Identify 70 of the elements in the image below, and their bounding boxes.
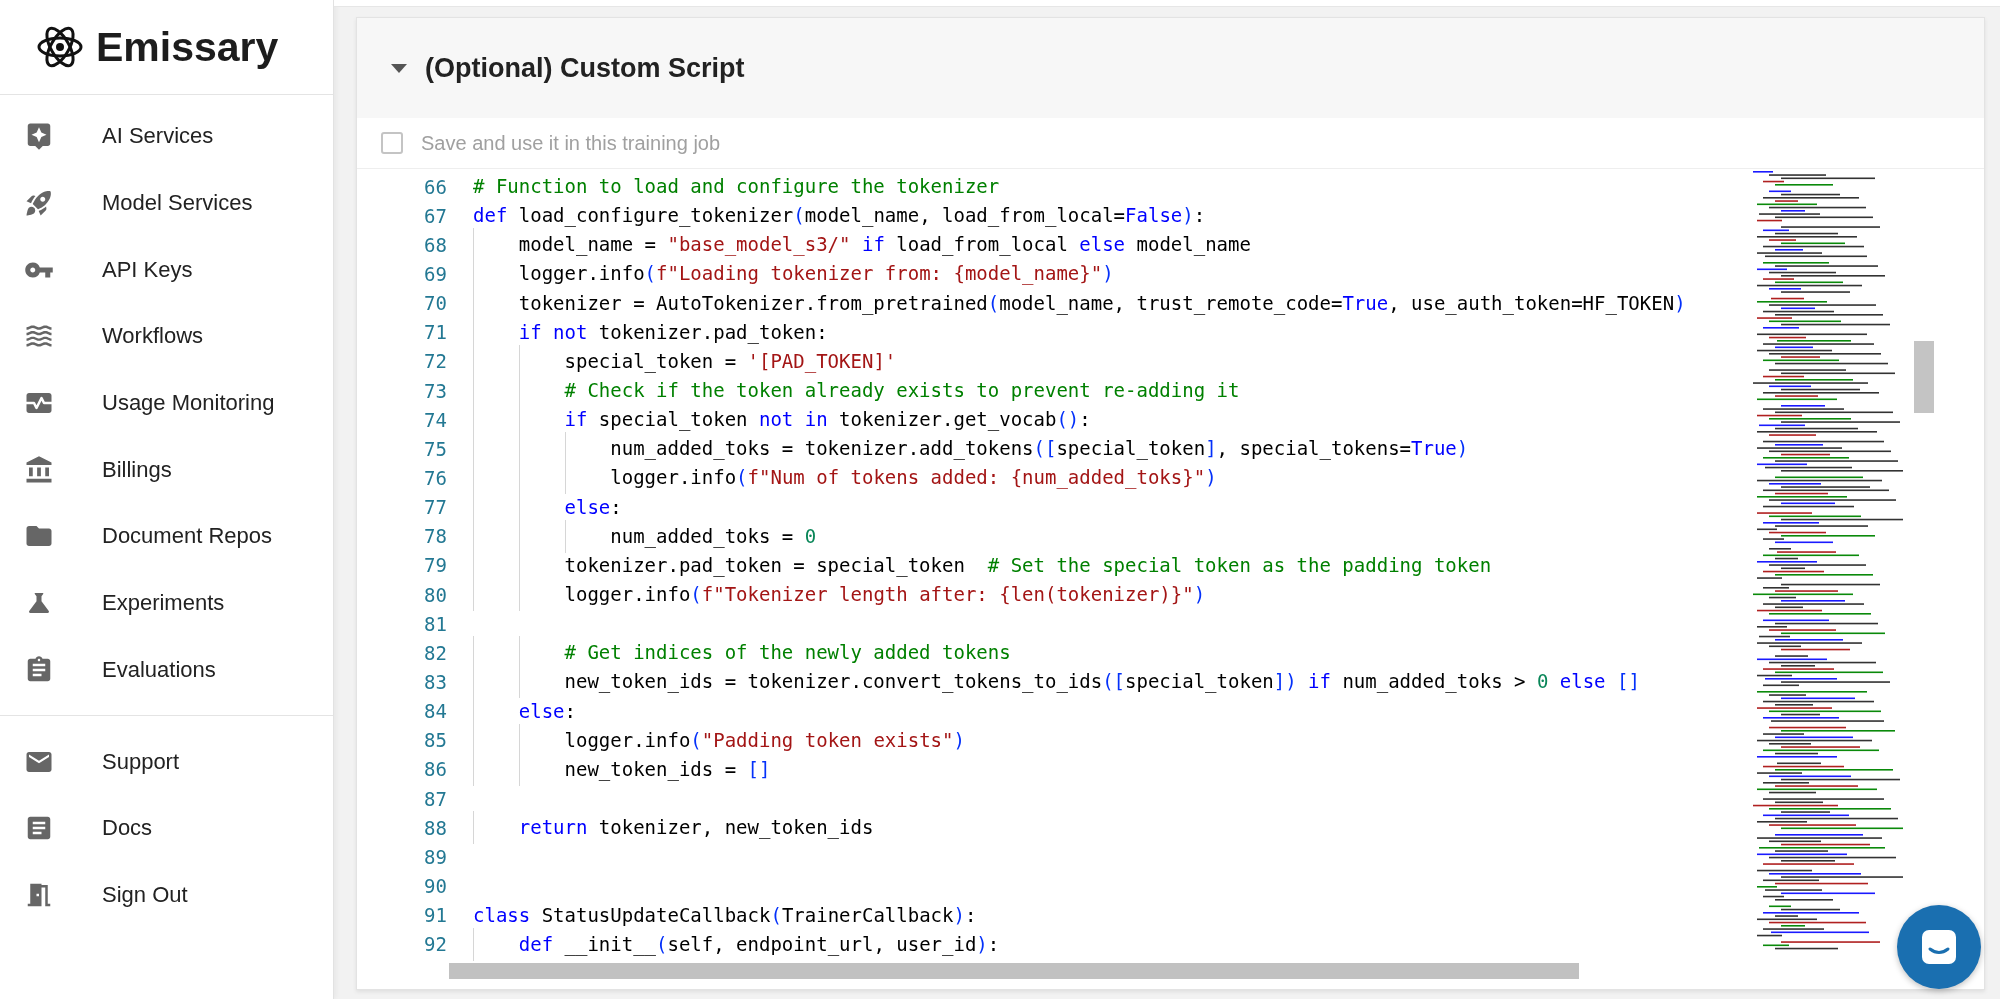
nav-item[interactable]: Experiments [0,569,333,637]
line-number: 82 [423,641,448,664]
line-number: 81 [423,612,448,635]
scrollbar-thumb[interactable] [449,963,1579,979]
line-number: 89 [423,845,448,868]
nav-item[interactable]: Evaluations [0,636,333,704]
bank-icon [24,454,54,485]
section-title: (Optional) Custom Script [425,52,745,84]
code-line: if not tokenizer.pad_token: [473,317,828,347]
code-line: else: [473,492,622,522]
line-number: 68 [423,233,448,256]
line-number: 72 [423,350,448,373]
code-line: def load_configure_tokenizer(model_name, load_from_local=False): [473,203,1206,229]
code-line: tokenizer = AutoTokenizer.from_pretrained(model_name, trust_remote_code=True, use_auth_token=HF_TOKEN) [473,288,1686,318]
line-number: 87 [423,787,448,810]
line-number: 79 [423,554,448,577]
line-number: 77 [423,496,448,519]
checkbox[interactable] [381,132,403,154]
code-line: else: [473,696,576,726]
line-number: 86 [423,758,448,781]
code-line: class StatusUpdateCallback(TrainerCallback): [473,902,977,928]
line-number: 69 [423,263,448,285]
code-line: if special_token not in tokenizer.get_vocab(): [473,405,1091,435]
line-number: 66 [423,175,448,198]
line-number: 67 [423,204,448,227]
code-line: # Check if the token already exists to prevent re-adding it [473,376,1240,406]
code-line: tokenizer.pad_token = special_token # Set the special token as the padding token [473,550,1492,580]
line-number: 78 [423,525,448,548]
code-line: def __init__(self, endpoint_url, user_id): [473,929,1000,959]
line-number: 90 [423,874,448,897]
line-number: 91 [423,904,448,927]
line-number: 92 [423,933,448,956]
line-number: 74 [423,408,448,431]
code-line: new_token_ids = tokenizer.convert_tokens_to_ids([special_token]) if num_added_toks > 0 else [] [473,667,1640,697]
section-header[interactable]: (Optional) Custom Script [357,18,1984,118]
line-number: 76 [423,466,448,489]
nav-item[interactable]: Usage Monitoring [0,369,333,437]
nav-item[interactable]: Workflows [0,303,333,370]
code-line: # Function to load and configure the tokenizer [473,174,1000,200]
nav-item[interactable]: Docs [0,794,333,862]
line-number: 83 [423,670,448,693]
line-number: 73 [423,379,448,402]
code-line: logger.info(f"Loading tokenizer from: {model_name}") [473,259,1114,289]
app-name: Emissary [96,23,279,71]
code-line: num_added_toks = 0 [473,521,817,551]
code-line: return tokenizer, new_token_ids [473,813,874,843]
line-number: 85 [423,729,448,752]
code-line: new_token_ids = [] [473,754,771,784]
line-number: 70 [423,292,448,315]
code-line: logger.info("Padding token exists") [473,725,965,755]
scrollbar-thumb[interactable] [1914,341,1934,413]
nav-item[interactable]: Billings [0,436,333,504]
line-number: 75 [423,437,448,460]
line-number: 88 [423,816,448,839]
nav-item[interactable]: Model Services [0,169,333,237]
line-number: 80 [423,583,448,606]
code-line: logger.info(f"Num of tokens added: {num_added_toks}") [473,463,1217,493]
nav-item[interactable]: Support [0,728,333,795]
nav-item[interactable]: Sign Out [0,861,333,929]
nav-item[interactable]: AI Services [0,103,333,170]
nav-item[interactable]: Document Repos [0,503,333,570]
nav-item[interactable]: API Keys [0,236,333,304]
line-number: 71 [423,321,448,344]
chat-icon [1919,927,1959,967]
code-line: num_added_toks = tokenizer.add_tokens([special_token], special_tokens=True) [473,434,1469,464]
code-line: # Get indices of the newly added tokens [473,638,1011,668]
line-number: 84 [423,700,448,723]
code-line: logger.info(f"Tokenizer length after: {len(tokenizer)}") [473,580,1206,610]
checkbox-label: Save and use it in this training job [421,131,721,155]
code-line: special_token = '[PAD_TOKEN]' [473,346,897,376]
